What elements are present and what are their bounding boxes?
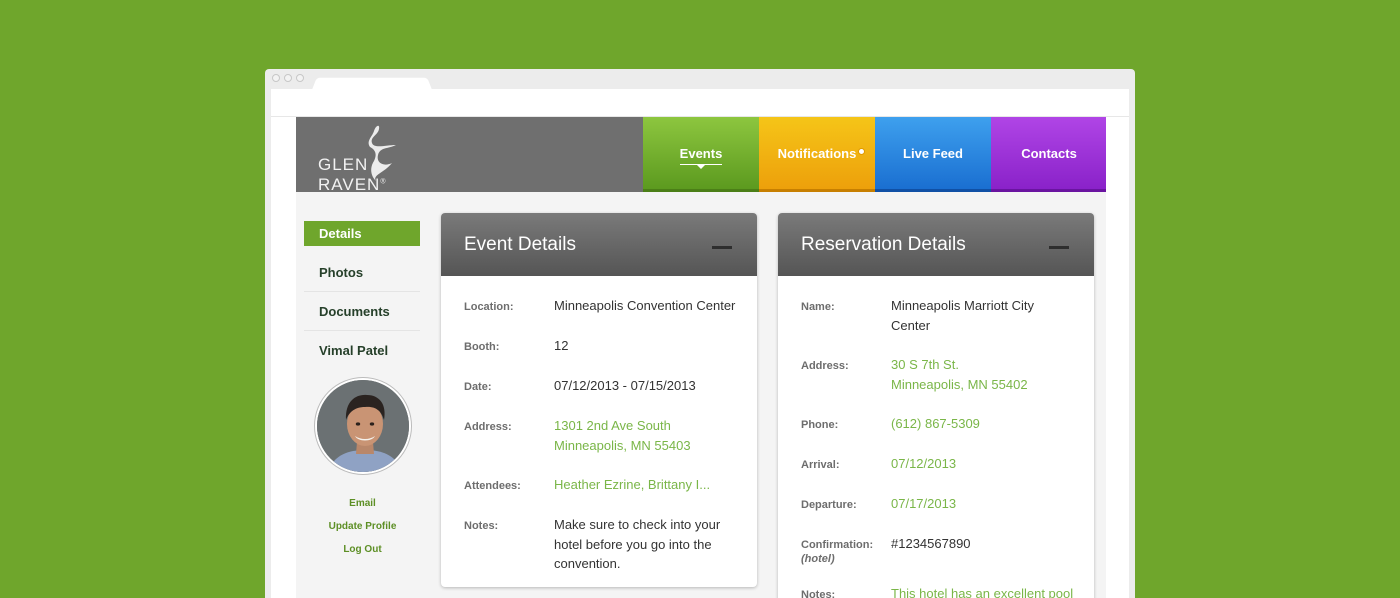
nav-contacts[interactable]: Contacts [991,117,1106,192]
address-line: 30 S 7th St. [891,357,959,372]
field-label: Address: [801,360,849,372]
location-value: Minneapolis Convention Center [554,298,736,313]
maximize-window-button[interactable] [296,74,304,82]
hotel-name-value: Minneapolis Marriott City Center [891,298,1035,333]
field-label: Arrival: [801,459,840,471]
nav-live-feed[interactable]: Live Feed [875,117,991,192]
main-nav: Events Notifications Live Feed Contacts [643,117,1106,192]
panel-title: Event Details [464,234,576,255]
close-window-button[interactable] [272,74,280,82]
confirmation-row: Confirmation: (hotel) #1234567890 [801,534,1094,565]
field-label: Departure: [801,499,857,511]
confirmation-label: Confirmation: [801,539,874,551]
panel-title: Reservation Details [801,234,966,255]
logo-text-left: GLEN [318,155,369,174]
reservation-details-panel: Reservation Details Name: Minneapolis Ma… [778,213,1094,598]
booth-value: 12 [554,338,569,353]
confirmation-sublabel: (hotel) [801,553,835,565]
caret-down-icon [697,165,705,169]
window-controls [272,74,304,82]
departure-row: Departure: 07/17/2013 [801,494,1094,514]
notes-value: Make sure to check into your hotel befor… [554,517,721,571]
field-label: Name: [801,301,835,313]
address-link[interactable]: 1301 2nd Ave South Minneapolis, MN 55403 [554,416,739,455]
panel-body: Location: Minneapolis Convention Center … [441,276,757,574]
phone-row: Phone: (612) 867-5309 [801,414,1094,434]
avatar[interactable] [315,378,411,474]
notes-value: This hotel has an excellent pool and gym… [891,586,1074,598]
nav-notifications-label: Notifications [777,145,857,161]
notes-row: Notes: Make sure to check into your hote… [464,515,757,574]
minimize-icon[interactable] [712,246,732,249]
field-label: Address: [464,421,512,433]
user-name: Vimal Patel [319,343,389,358]
panel-body: Name: Minneapolis Marriott City Center A… [778,276,1094,598]
nav-notifications[interactable]: Notifications [759,117,875,192]
field-label: Attendees: [464,480,521,492]
nav-contacts-label: Contacts [1021,145,1077,161]
panel-header: Reservation Details [778,213,1094,276]
nav-live-feed-label: Live Feed [903,145,963,161]
sidebar: Details Photos Documents Vimal Patel Ema… [296,192,429,598]
address-line: 1301 2nd Ave South [554,418,671,433]
profile-links: Email Update Profile Log Out [296,492,429,561]
log-out-link[interactable]: Log Out [296,538,429,561]
address-line: Minneapolis, MN 55402 [891,376,1028,392]
nav-events-label: Events [679,145,723,161]
notification-dot-icon [858,148,865,155]
panel-header: Event Details [441,213,757,276]
minimize-icon[interactable] [1049,246,1069,249]
field-label: Date: [464,381,492,393]
field-label: Booth: [464,341,500,353]
field-label: Confirmation: (hotel) [801,534,891,565]
logo-wordmark: GLENRAVEN® [318,155,448,195]
departure-link[interactable]: 07/17/2013 [891,494,1076,514]
arrival-row: Arrival: 07/12/2013 [801,454,1094,474]
update-profile-link[interactable]: Update Profile [296,515,429,538]
booth-row: Booth: 12 [464,336,757,356]
field-label: Notes: [801,589,836,598]
user-avatar-icon [317,380,409,472]
arrival-link[interactable]: 07/12/2013 [891,454,1076,474]
minimize-window-button[interactable] [284,74,292,82]
sidebar-item-details[interactable]: Details [304,221,420,246]
glen-raven-logo[interactable]: GLENRAVEN® [318,123,448,194]
notes-row: Notes: This hotel has an excellent pool … [801,584,1094,598]
address-row: Address: 30 S 7th St. Minneapolis, MN 55… [801,355,1094,394]
attendees-link[interactable]: Heather Ezrine, Brittany I... [554,475,739,495]
field-label: Notes: [464,520,499,532]
registered-mark: ® [380,178,387,186]
date-value: 07/12/2013 - 07/15/2013 [554,378,696,393]
header: GLENRAVEN® Events Notifications Live Fee… [296,117,1106,194]
name-row: Name: Minneapolis Marriott City Center [801,296,1094,335]
address-link[interactable]: 30 S 7th St. Minneapolis, MN 55402 [891,355,1076,394]
email-link[interactable]: Email [296,492,429,515]
address-row: Address: 1301 2nd Ave South Minneapolis,… [464,416,757,455]
sidebar-menu: Details Photos Documents Vimal Patel [304,221,420,370]
date-row: Date: 07/12/2013 - 07/15/2013 [464,376,757,396]
field-label: Location: [464,301,514,313]
app: GLENRAVEN® Events Notifications Live Fee… [296,117,1106,598]
attendees-row: Attendees: Heather Ezrine, Brittany I... [464,475,757,495]
sidebar-item-documents[interactable]: Documents [304,292,420,331]
nav-events[interactable]: Events [643,117,759,192]
address-line: Minneapolis, MN 55403 [554,437,691,453]
sidebar-item-photos[interactable]: Photos [304,253,420,292]
event-details-panel: Event Details Location: Minneapolis Conv… [441,213,757,587]
phone-link[interactable]: (612) 867-5309 [891,414,1076,434]
field-label: Phone: [801,419,839,431]
confirmation-value: #1234567890 [891,536,971,551]
location-row: Location: Minneapolis Convention Center [464,296,757,316]
